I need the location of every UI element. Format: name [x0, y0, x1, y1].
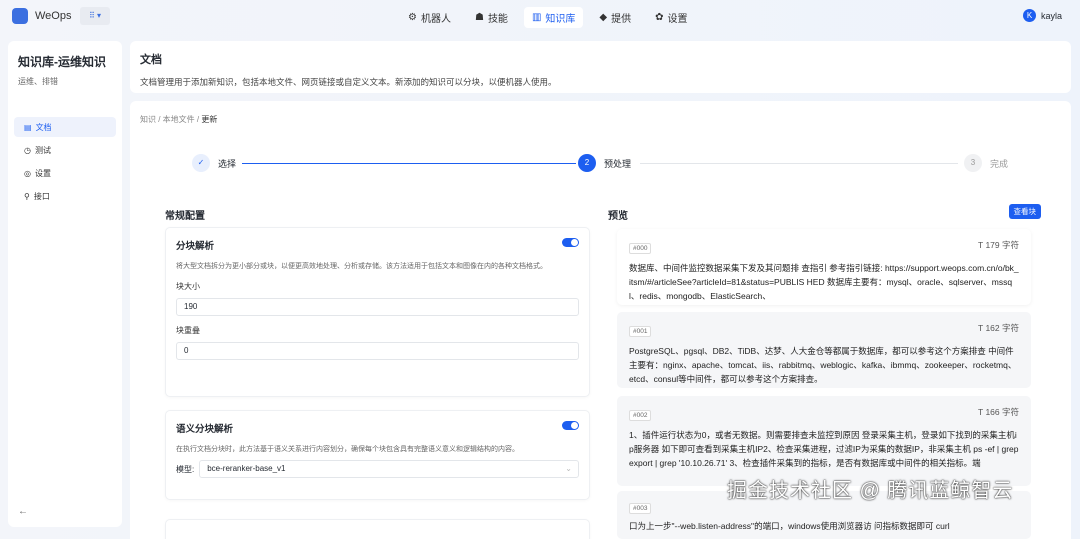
step-number: 2 — [578, 154, 596, 172]
chunk-item[interactable]: #001 T 162 字符 PostgreSQL、pgsql、DB2、TiDB、达梦… — [617, 312, 1031, 388]
nav-provider[interactable]: ◆ 提供 — [591, 7, 639, 28]
char-count-value: 166 字符 — [985, 407, 1019, 417]
sidebar-item-api[interactable]: ⚲ 接口 — [14, 186, 116, 206]
sidebar-item-test[interactable]: ◷ 测试 — [14, 140, 116, 160]
settings-icon: ✿ — [655, 12, 664, 23]
chunk-size-label: 块大小 — [176, 282, 200, 291]
chunk-title: 分块解析 — [176, 241, 215, 252]
nav-robot[interactable]: ⚙ 机器人 — [400, 7, 459, 28]
step-number: 3 — [964, 154, 982, 172]
chunk-text: 数据库、中间件监控数据采集下发及其问题排 查指引 参考指引链接: https:/… — [629, 263, 1019, 301]
semantic-title: 语义分块解析 — [176, 424, 234, 435]
char-count-value: 162 字符 — [985, 323, 1019, 333]
kb-subtitle: 运维、排错 — [18, 77, 58, 86]
settings-icon: ◎ — [24, 168, 31, 178]
chevron-down-icon: ⌄ — [565, 464, 572, 473]
sidebar-item-settings[interactable]: ◎ 设置 — [14, 163, 116, 183]
next-config-card — [165, 519, 590, 539]
config-title: 常规配置 — [165, 211, 205, 222]
step-label: 预处理 — [604, 158, 632, 169]
sidebar-item-label: 设置 — [34, 168, 51, 178]
breadcrumb-knowledge[interactable]: 知识 — [140, 115, 156, 124]
step-select: ✓ 选择 — [192, 154, 236, 172]
main-panel: 知识 / 本地文件 / 更新 ✓ 选择 2 预处理 3 完成 常规配置 分块解析 将大… — [130, 101, 1071, 539]
sidebar: 知识库-运维知识 运维、排错 ▤ 文档 ◷ 测试 ◎ 设置 ⚲ 接口 ← — [8, 41, 122, 527]
page-description: 文档管理用于添加新知识，包括本地文件、网页链接或自定义文本。新添加的知识可以分块… — [140, 77, 557, 87]
nav-skill[interactable]: ☗ 技能 — [467, 7, 516, 28]
model-value: bce-reranker-base_v1 — [207, 464, 286, 473]
top-bar: WeOps ⠿ ▾ ⚙ 机器人 ☗ 技能 ▥ 知识库 ◆ 提供 ✿ 设置 Kkayla — [0, 0, 1080, 34]
chunk-text: PostgreSQL、pgsql、DB2、TiDB、达梦、人大金仓等都属于数据库… — [629, 346, 1017, 384]
chunk-text: 1、插件运行状态为0，或者无数据。则需要排查未监控到原因 登录采集主机，登录如下… — [629, 430, 1019, 468]
step-preprocess: 2 预处理 — [578, 154, 631, 172]
nav-knowledge[interactable]: ▥ 知识库 — [523, 7, 584, 28]
chunk-id: #002 — [629, 410, 652, 421]
nav-label: 技能 — [487, 14, 508, 25]
semantic-toggle[interactable] — [562, 421, 579, 430]
nav-label: 设置 — [667, 14, 688, 25]
user-menu[interactable]: Kkayla — [1022, 9, 1062, 22]
step-divider — [242, 163, 576, 164]
chunk-id: #001 — [629, 326, 652, 337]
char-count: T 162 字符 — [978, 322, 1019, 334]
step-divider — [640, 163, 958, 164]
step-label: 选择 — [218, 158, 237, 169]
nav-label: 知识库 — [545, 14, 576, 25]
avatar: K — [1022, 9, 1036, 22]
char-count-value: 179 字符 — [985, 240, 1019, 250]
semantic-config-card: 语义分块解析 在执行文档分块时，此方法基于语义关系进行内容划分，确保每个块包含具… — [165, 410, 590, 500]
user-name: kayla — [1040, 10, 1062, 21]
view-chunks-button[interactable]: 查看块 — [1008, 204, 1041, 219]
chunk-toggle[interactable] — [562, 238, 579, 247]
breadcrumb-local-file[interactable]: 本地文件 — [163, 115, 195, 124]
chunk-item[interactable]: #000 T 179 字符数据库、中间件监控数据采集下发及其问题排 查指引 参考指… — [617, 229, 1031, 305]
step-label: 完成 — [990, 158, 1009, 169]
page-title: 文档 — [140, 54, 162, 66]
char-count: T 166 字符 — [978, 406, 1019, 418]
chunk-text: 口为上一步"--web.listen-address"的端口，windows使用… — [629, 521, 950, 531]
semantic-description: 在执行文档分块时，此方法基于语义关系进行内容划分，确保每个块包含具有完整语义意义… — [176, 446, 519, 453]
breadcrumb-current: 更新 — [201, 115, 218, 124]
chunk-id: #000 — [629, 243, 652, 254]
document-icon: ▤ — [24, 122, 32, 132]
chunk-config-card: 分块解析 将大型文档拆分为更小部分或块，以便更高效地处理、分析或存储。该方法适用… — [165, 227, 590, 397]
chunk-item[interactable]: #002 T 166 字符 1、插件运行状态为0，或者无数据。则需要排查未监控到原因… — [617, 396, 1031, 486]
sidebar-item-docs[interactable]: ▤ 文档 — [14, 117, 116, 137]
knowledge-icon: ▥ — [531, 12, 542, 23]
model-label: 模型: — [176, 464, 195, 474]
model-select[interactable]: bce-reranker-base_v1 ⌄ — [199, 460, 579, 478]
chunk-id: #003 — [629, 503, 652, 514]
nav-label: 机器人 — [420, 14, 451, 25]
step-complete: 3 完成 — [964, 154, 1008, 172]
chunk-description: 将大型文档拆分为更小部分或块，以便更高效地处理、分析或存储。该方法适用于包括文本… — [176, 263, 547, 270]
page-header: 文档 文档管理用于添加新知识，包括本地文件、网页链接或自定义文本。新添加的知识可… — [130, 41, 1071, 93]
chunk-overlap-input[interactable]: 0 — [176, 342, 579, 360]
stepper: ✓ 选择 2 预处理 3 完成 — [192, 154, 1012, 174]
weops-logo-icon — [12, 8, 28, 24]
nav-settings[interactable]: ✿ 设置 — [647, 7, 695, 28]
app-name: WeOps — [35, 10, 72, 22]
test-icon: ◷ — [24, 145, 31, 155]
api-icon: ⚲ — [24, 191, 30, 201]
sidebar-item-label: 接口 — [33, 191, 50, 201]
app-switcher[interactable]: ⠿ ▾ — [80, 7, 110, 25]
robot-icon: ⚙ — [408, 12, 417, 23]
char-count: T 179 字符 — [978, 239, 1019, 251]
sidebar-item-label: 文档 — [35, 122, 52, 132]
preview-title: 预览 — [608, 211, 628, 222]
nav-label: 提供 — [611, 14, 632, 25]
kb-title: 知识库-运维知识 — [18, 55, 106, 69]
skill-icon: ☗ — [474, 12, 484, 23]
chunk-overlap-label: 块重叠 — [176, 326, 200, 335]
provider-icon: ◆ — [599, 12, 608, 23]
app-logo[interactable]: WeOps — [12, 8, 71, 24]
breadcrumb: 知识 / 本地文件 / 更新 — [140, 115, 218, 124]
main-nav: ⚙ 机器人 ☗ 技能 ▥ 知识库 ◆ 提供 ✿ 设置 — [400, 7, 695, 28]
sidebar-item-label: 测试 — [34, 145, 51, 155]
chunk-size-input[interactable]: 190 — [176, 298, 579, 316]
check-icon: ✓ — [192, 154, 210, 172]
watermark: 掘金技术社区 @ 腾讯蓝鲸智云 — [727, 480, 1014, 502]
collapse-sidebar-icon[interactable]: ← — [18, 506, 28, 517]
